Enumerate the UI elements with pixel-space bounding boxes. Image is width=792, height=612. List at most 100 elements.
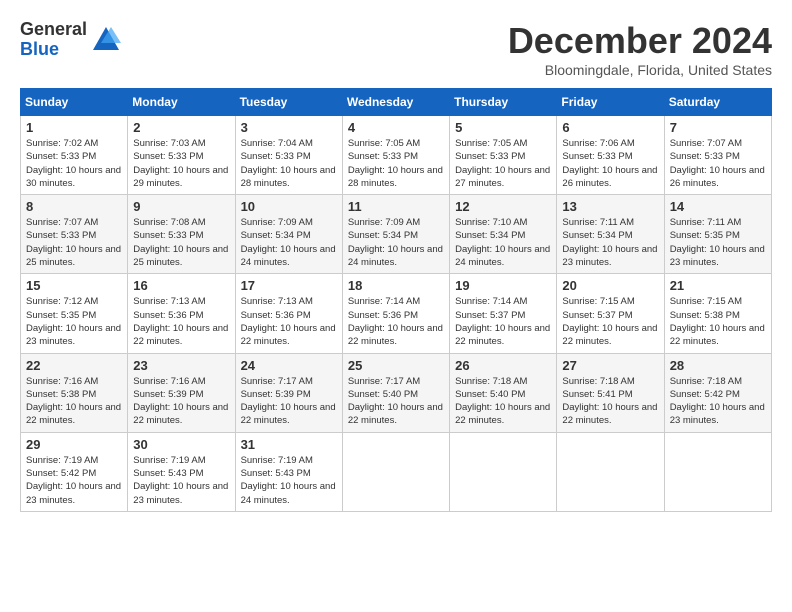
weekday-header: Wednesday — [342, 89, 449, 116]
day-number: 9 — [133, 199, 229, 214]
calendar-week-row: 1 Sunrise: 7:02 AMSunset: 5:33 PMDayligh… — [21, 116, 772, 195]
calendar-cell: 18 Sunrise: 7:14 AMSunset: 5:36 PMDaylig… — [342, 274, 449, 353]
day-info: Sunrise: 7:09 AMSunset: 5:34 PMDaylight:… — [348, 217, 443, 268]
day-info: Sunrise: 7:18 AMSunset: 5:42 PMDaylight:… — [670, 376, 765, 427]
calendar-cell: 11 Sunrise: 7:09 AMSunset: 5:34 PMDaylig… — [342, 195, 449, 274]
day-info: Sunrise: 7:13 AMSunset: 5:36 PMDaylight:… — [241, 296, 336, 347]
calendar-cell: 22 Sunrise: 7:16 AMSunset: 5:38 PMDaylig… — [21, 353, 128, 432]
calendar-cell: 20 Sunrise: 7:15 AMSunset: 5:37 PMDaylig… — [557, 274, 664, 353]
month-title: December 2024 — [508, 20, 772, 62]
day-info: Sunrise: 7:19 AMSunset: 5:42 PMDaylight:… — [26, 455, 121, 506]
calendar-cell: 13 Sunrise: 7:11 AMSunset: 5:34 PMDaylig… — [557, 195, 664, 274]
calendar-cell: 19 Sunrise: 7:14 AMSunset: 5:37 PMDaylig… — [450, 274, 557, 353]
day-info: Sunrise: 7:07 AMSunset: 5:33 PMDaylight:… — [670, 138, 765, 189]
day-number: 2 — [133, 120, 229, 135]
weekday-header: Friday — [557, 89, 664, 116]
calendar-week-row: 15 Sunrise: 7:12 AMSunset: 5:35 PMDaylig… — [21, 274, 772, 353]
day-number: 31 — [241, 437, 337, 452]
day-number: 6 — [562, 120, 658, 135]
day-number: 21 — [670, 278, 766, 293]
day-info: Sunrise: 7:02 AMSunset: 5:33 PMDaylight:… — [26, 138, 121, 189]
day-info: Sunrise: 7:07 AMSunset: 5:33 PMDaylight:… — [26, 217, 121, 268]
calendar-cell: 15 Sunrise: 7:12 AMSunset: 5:35 PMDaylig… — [21, 274, 128, 353]
day-number: 7 — [670, 120, 766, 135]
calendar-cell: 31 Sunrise: 7:19 AMSunset: 5:43 PMDaylig… — [235, 432, 342, 511]
day-info: Sunrise: 7:11 AMSunset: 5:35 PMDaylight:… — [670, 217, 765, 268]
calendar-cell: 24 Sunrise: 7:17 AMSunset: 5:39 PMDaylig… — [235, 353, 342, 432]
weekday-header: Tuesday — [235, 89, 342, 116]
calendar-cell: 26 Sunrise: 7:18 AMSunset: 5:40 PMDaylig… — [450, 353, 557, 432]
day-number: 10 — [241, 199, 337, 214]
calendar-cell: 7 Sunrise: 7:07 AMSunset: 5:33 PMDayligh… — [664, 116, 771, 195]
day-info: Sunrise: 7:15 AMSunset: 5:37 PMDaylight:… — [562, 296, 657, 347]
day-info: Sunrise: 7:18 AMSunset: 5:40 PMDaylight:… — [455, 376, 550, 427]
day-number: 19 — [455, 278, 551, 293]
calendar-cell: 17 Sunrise: 7:13 AMSunset: 5:36 PMDaylig… — [235, 274, 342, 353]
day-info: Sunrise: 7:03 AMSunset: 5:33 PMDaylight:… — [133, 138, 228, 189]
day-info: Sunrise: 7:17 AMSunset: 5:39 PMDaylight:… — [241, 376, 336, 427]
day-number: 12 — [455, 199, 551, 214]
calendar-cell: 23 Sunrise: 7:16 AMSunset: 5:39 PMDaylig… — [128, 353, 235, 432]
calendar-cell: 2 Sunrise: 7:03 AMSunset: 5:33 PMDayligh… — [128, 116, 235, 195]
calendar-cell: 16 Sunrise: 7:13 AMSunset: 5:36 PMDaylig… — [128, 274, 235, 353]
calendar-cell: 28 Sunrise: 7:18 AMSunset: 5:42 PMDaylig… — [664, 353, 771, 432]
day-number: 11 — [348, 199, 444, 214]
day-info: Sunrise: 7:06 AMSunset: 5:33 PMDaylight:… — [562, 138, 657, 189]
day-info: Sunrise: 7:16 AMSunset: 5:39 PMDaylight:… — [133, 376, 228, 427]
page-header: General Blue December 2024 Bloomingdale,… — [20, 20, 772, 78]
logo: General Blue — [20, 20, 121, 60]
calendar-cell: 3 Sunrise: 7:04 AMSunset: 5:33 PMDayligh… — [235, 116, 342, 195]
day-info: Sunrise: 7:15 AMSunset: 5:38 PMDaylight:… — [670, 296, 765, 347]
calendar-cell: 5 Sunrise: 7:05 AMSunset: 5:33 PMDayligh… — [450, 116, 557, 195]
day-info: Sunrise: 7:14 AMSunset: 5:36 PMDaylight:… — [348, 296, 443, 347]
day-number: 14 — [670, 199, 766, 214]
calendar-header-row: SundayMondayTuesdayWednesdayThursdayFrid… — [21, 89, 772, 116]
day-number: 4 — [348, 120, 444, 135]
weekday-header: Sunday — [21, 89, 128, 116]
day-number: 20 — [562, 278, 658, 293]
calendar-cell — [664, 432, 771, 511]
calendar-cell: 12 Sunrise: 7:10 AMSunset: 5:34 PMDaylig… — [450, 195, 557, 274]
calendar-cell: 4 Sunrise: 7:05 AMSunset: 5:33 PMDayligh… — [342, 116, 449, 195]
day-number: 29 — [26, 437, 122, 452]
calendar-cell: 1 Sunrise: 7:02 AMSunset: 5:33 PMDayligh… — [21, 116, 128, 195]
day-number: 15 — [26, 278, 122, 293]
day-number: 30 — [133, 437, 229, 452]
day-info: Sunrise: 7:16 AMSunset: 5:38 PMDaylight:… — [26, 376, 121, 427]
day-number: 22 — [26, 358, 122, 373]
day-info: Sunrise: 7:12 AMSunset: 5:35 PMDaylight:… — [26, 296, 121, 347]
logo-blue: Blue — [20, 40, 87, 60]
location: Bloomingdale, Florida, United States — [508, 62, 772, 78]
day-info: Sunrise: 7:14 AMSunset: 5:37 PMDaylight:… — [455, 296, 550, 347]
calendar-week-row: 8 Sunrise: 7:07 AMSunset: 5:33 PMDayligh… — [21, 195, 772, 274]
day-number: 3 — [241, 120, 337, 135]
day-info: Sunrise: 7:19 AMSunset: 5:43 PMDaylight:… — [241, 455, 336, 506]
day-number: 13 — [562, 199, 658, 214]
day-number: 18 — [348, 278, 444, 293]
day-number: 1 — [26, 120, 122, 135]
calendar-cell — [557, 432, 664, 511]
weekday-header: Thursday — [450, 89, 557, 116]
day-info: Sunrise: 7:09 AMSunset: 5:34 PMDaylight:… — [241, 217, 336, 268]
calendar-table: SundayMondayTuesdayWednesdayThursdayFrid… — [20, 88, 772, 512]
day-number: 5 — [455, 120, 551, 135]
day-info: Sunrise: 7:05 AMSunset: 5:33 PMDaylight:… — [348, 138, 443, 189]
calendar-cell: 21 Sunrise: 7:15 AMSunset: 5:38 PMDaylig… — [664, 274, 771, 353]
calendar-cell: 6 Sunrise: 7:06 AMSunset: 5:33 PMDayligh… — [557, 116, 664, 195]
day-info: Sunrise: 7:18 AMSunset: 5:41 PMDaylight:… — [562, 376, 657, 427]
day-info: Sunrise: 7:11 AMSunset: 5:34 PMDaylight:… — [562, 217, 657, 268]
day-info: Sunrise: 7:13 AMSunset: 5:36 PMDaylight:… — [133, 296, 228, 347]
day-info: Sunrise: 7:17 AMSunset: 5:40 PMDaylight:… — [348, 376, 443, 427]
calendar-week-row: 29 Sunrise: 7:19 AMSunset: 5:42 PMDaylig… — [21, 432, 772, 511]
calendar-cell: 14 Sunrise: 7:11 AMSunset: 5:35 PMDaylig… — [664, 195, 771, 274]
day-number: 25 — [348, 358, 444, 373]
calendar-cell: 30 Sunrise: 7:19 AMSunset: 5:43 PMDaylig… — [128, 432, 235, 511]
day-number: 28 — [670, 358, 766, 373]
calendar-cell — [342, 432, 449, 511]
day-number: 23 — [133, 358, 229, 373]
day-number: 26 — [455, 358, 551, 373]
day-number: 16 — [133, 278, 229, 293]
calendar-cell: 8 Sunrise: 7:07 AMSunset: 5:33 PMDayligh… — [21, 195, 128, 274]
logo-icon — [91, 25, 121, 55]
calendar-cell: 10 Sunrise: 7:09 AMSunset: 5:34 PMDaylig… — [235, 195, 342, 274]
